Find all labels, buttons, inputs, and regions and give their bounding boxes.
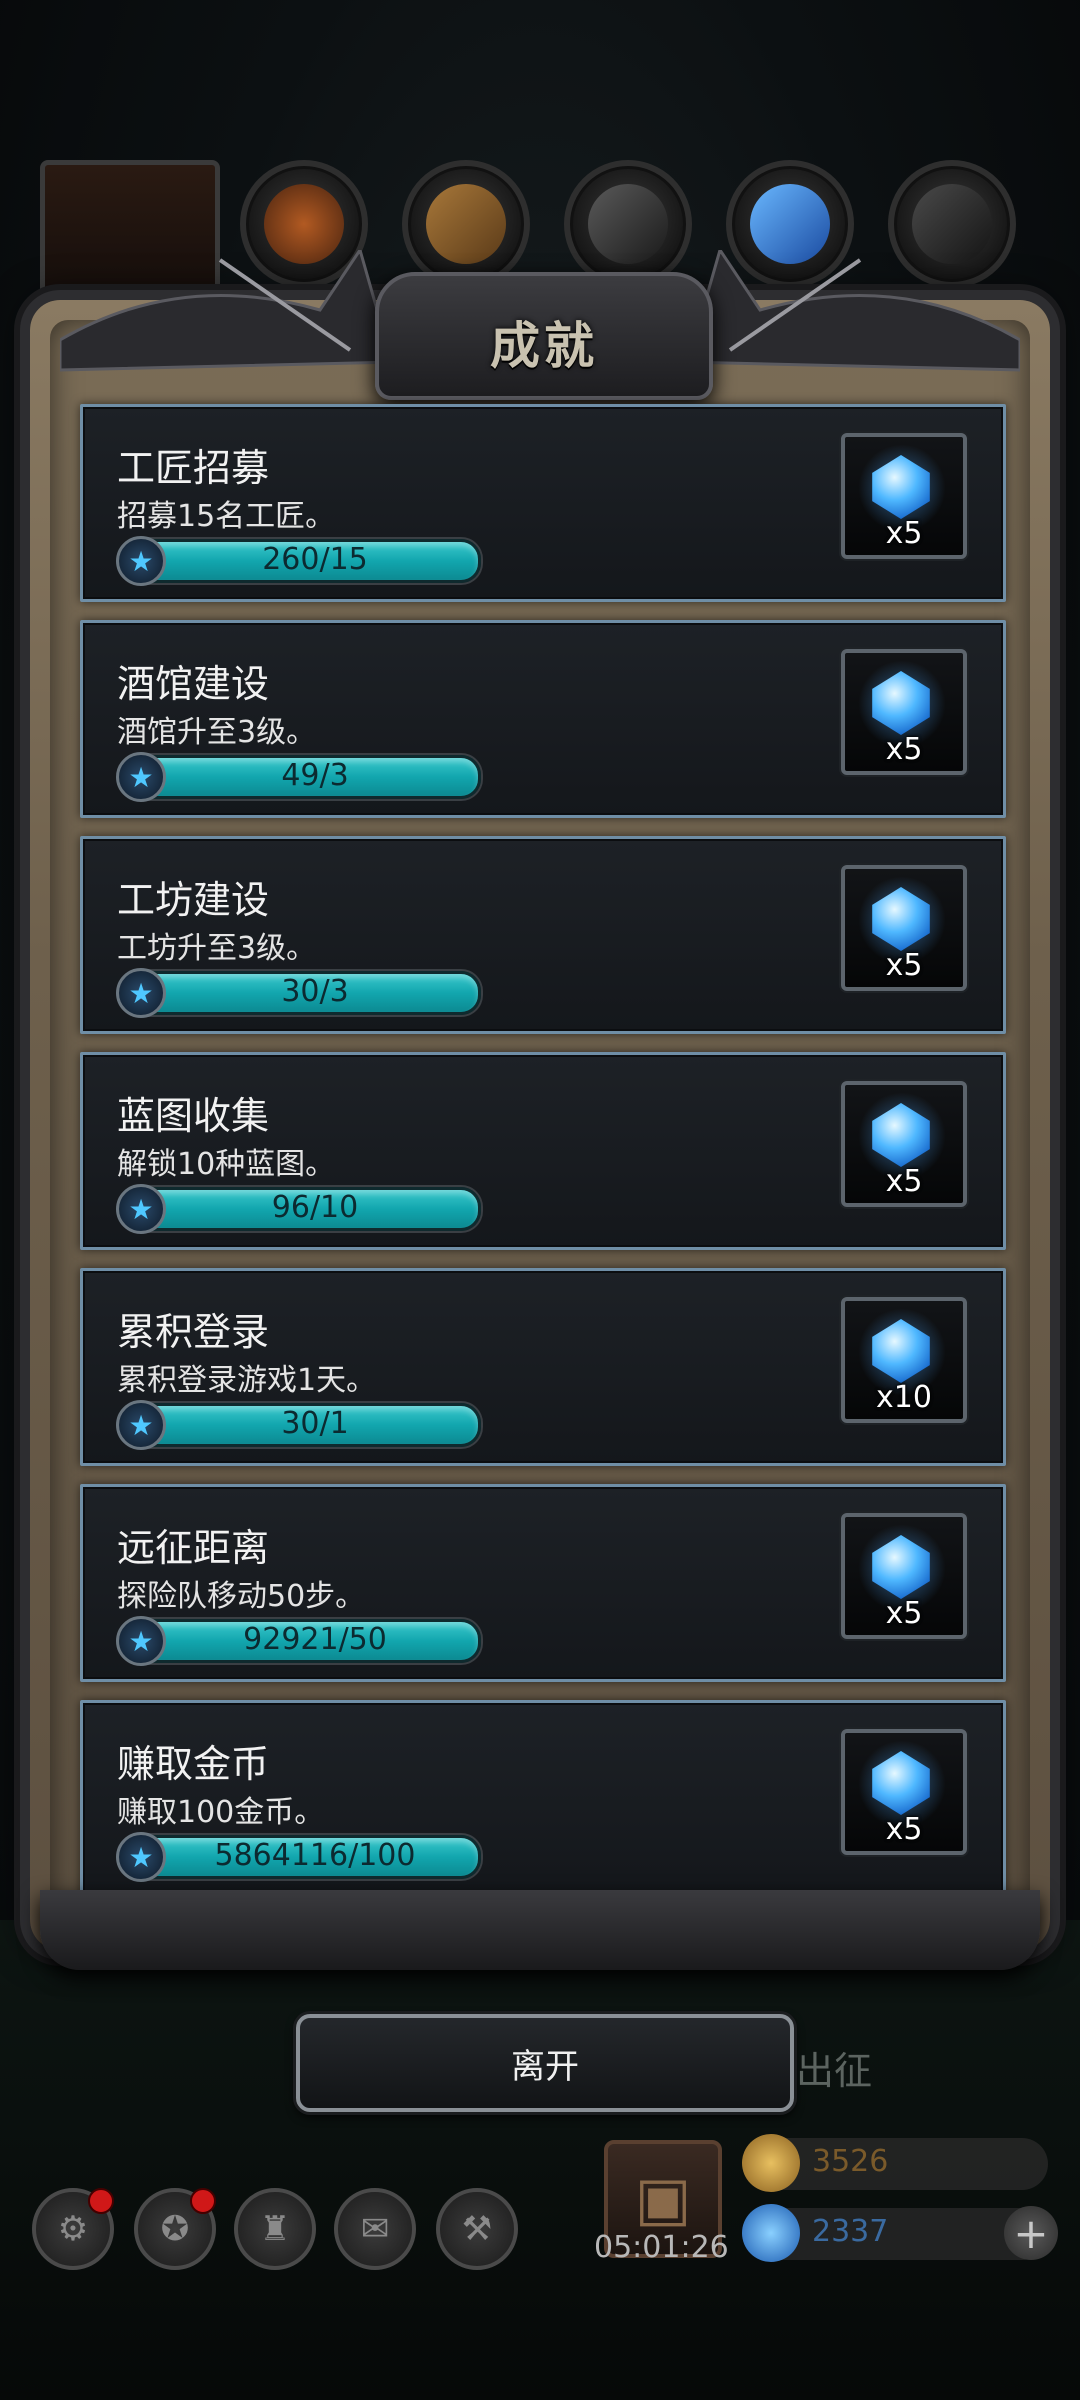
achievement-desc: 探险队移动50步。 [117, 1579, 366, 1614]
reward-quantity: x5 [885, 516, 923, 551]
settings-button[interactable]: ⚙ [32, 2188, 114, 2270]
progress-bar: ★ 96/10 [116, 1184, 481, 1234]
progress-bar: ★ 260/15 [116, 536, 481, 586]
mail-button[interactable]: ✉ [334, 2188, 416, 2270]
achievement-title: 远征距离 [117, 1526, 270, 1570]
reward-button[interactable]: x5 [841, 865, 967, 991]
reward-button[interactable]: x5 [841, 433, 967, 559]
progress-text: 49/3 [281, 758, 349, 793]
progress-text: 30/1 [281, 1406, 349, 1441]
progress-bar: ★ 92921/50 [116, 1616, 481, 1666]
add-gems-button[interactable]: + [1004, 2206, 1058, 2260]
mail-icon: ✉ [360, 2209, 390, 2249]
castle-button[interactable]: ♜ [234, 2188, 316, 2270]
resource-slot-5[interactable] [888, 160, 1016, 288]
achievement-title: 蓝图收集 [117, 1094, 270, 1138]
resource-slot-1[interactable] [240, 160, 368, 288]
frame-bottom-ornament [40, 1890, 1040, 1970]
star-icon: ★ [116, 752, 166, 802]
plus-icon: + [1013, 2208, 1049, 2258]
achievement-desc: 工坊升至3级。 [117, 931, 317, 966]
achievement-desc: 酒馆升至3级。 [117, 715, 317, 750]
reward-quantity: x5 [885, 732, 923, 767]
progress-text: 260/15 [262, 542, 368, 577]
reward-button[interactable]: x5 [841, 1081, 967, 1207]
star-icon: ★ [116, 1400, 166, 1450]
star-icon: ★ [116, 1184, 166, 1234]
reward-button[interactable]: x10 [841, 1297, 967, 1423]
expedition-label[interactable]: 出征 [796, 2040, 872, 2095]
achievement-title: 酒馆建设 [117, 662, 270, 706]
progress-text: 5864116/100 [214, 1838, 416, 1873]
modal-title: 成就 [490, 317, 598, 375]
achievement-title: 工坊建设 [117, 878, 270, 922]
achievement-card: 远征距离 探险队移动50步。 ★ 92921/50 x5 [80, 1484, 1006, 1682]
gold-amount: 3526 [812, 2144, 889, 2179]
gift-timer: 05:01:26 [594, 2230, 729, 2265]
leave-button-label: 离开 [511, 2046, 579, 2087]
stone-icon [912, 184, 992, 264]
progress-bar: ★ 30/1 [116, 1400, 481, 1450]
progress-text: 92921/50 [243, 1622, 387, 1657]
reward-quantity: x5 [885, 1596, 923, 1631]
notification-dot [88, 2188, 114, 2214]
achievement-card: 工匠招募 招募15名工匠。 ★ 260/15 x5 [80, 404, 1006, 602]
achievement-desc: 招募15名工匠。 [117, 499, 336, 534]
resource-slot-3[interactable] [564, 160, 692, 288]
castle-icon: ♜ [259, 2209, 291, 2249]
achievement-card: 工坊建设 工坊升至3级。 ★ 30/3 x5 [80, 836, 1006, 1034]
star-icon: ★ [116, 1616, 166, 1666]
shop-icon: ⚒ [461, 2209, 493, 2249]
leave-button[interactable]: 离开 [296, 2014, 794, 2112]
achievement-card: 酒馆建设 酒馆升至3级。 ★ 49/3 x5 [80, 620, 1006, 818]
crystal-icon [750, 184, 830, 264]
achievement-card: 蓝图收集 解锁10种蓝图。 ★ 96/10 x5 [80, 1052, 1006, 1250]
star-icon: ★ [116, 1832, 166, 1882]
reward-quantity: x5 [885, 1164, 923, 1199]
achievement-button[interactable]: ✪ [134, 2188, 216, 2270]
gem-amount: 2337 [812, 2214, 889, 2249]
meat-icon [264, 184, 344, 264]
achievement-title: 累积登录 [117, 1310, 270, 1354]
gem-currency-icon [742, 2204, 800, 2262]
resource-slot-4[interactable] [726, 160, 854, 288]
progress-bar: ★ 5864116/100 [116, 1832, 481, 1882]
reward-button[interactable]: x5 [841, 1729, 967, 1855]
progress-bar: ★ 30/3 [116, 968, 481, 1018]
iron-icon [588, 184, 668, 264]
achievement-title: 赚取金币 [117, 1742, 270, 1786]
achievement-title: 工匠招募 [117, 446, 270, 490]
star-icon: ★ [116, 968, 166, 1018]
reward-quantity: x10 [876, 1380, 932, 1415]
resource-slot-2[interactable] [402, 160, 530, 288]
wood-icon [426, 184, 506, 264]
gold-coin-icon [742, 2134, 800, 2192]
progress-text: 96/10 [271, 1190, 359, 1225]
achievement-desc: 累积登录游戏1天。 [117, 1363, 377, 1398]
achievement-desc: 解锁10种蓝图。 [117, 1147, 336, 1182]
progress-bar: ★ 49/3 [116, 752, 481, 802]
star-icon: ★ [116, 536, 166, 586]
achievement-card: 赚取金币 赚取100金币。 ★ 5864116/100 x5 [80, 1700, 1006, 1898]
hero-portrait[interactable] [40, 160, 220, 320]
modal-title-plate: 成就 [375, 272, 713, 400]
reward-button[interactable]: x5 [841, 649, 967, 775]
progress-text: 30/3 [281, 974, 349, 1009]
notification-dot [190, 2188, 216, 2214]
reward-button[interactable]: x5 [841, 1513, 967, 1639]
achievement-icon: ✪ [160, 2209, 190, 2249]
achievement-card: 累积登录 累积登录游戏1天。 ★ 30/1 x10 [80, 1268, 1006, 1466]
gift-icon: ▣ [634, 2164, 692, 2234]
shop-button[interactable]: ⚒ [436, 2188, 518, 2270]
settings-icon: ⚙ [57, 2209, 89, 2249]
reward-quantity: x5 [885, 1812, 923, 1847]
achievement-desc: 赚取100金币。 [117, 1795, 325, 1830]
reward-quantity: x5 [885, 948, 923, 983]
